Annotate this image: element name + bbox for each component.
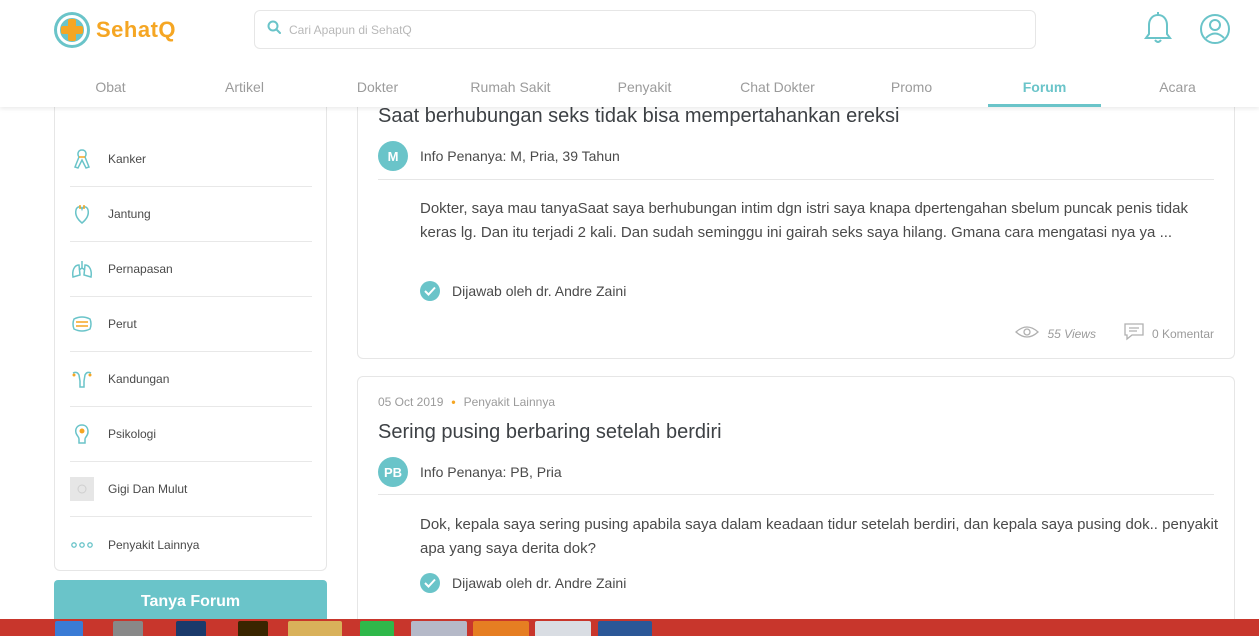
- post-date: 05 Oct 2019: [378, 395, 444, 409]
- post-category[interactable]: Penyakit Lainnya: [464, 395, 555, 409]
- lungs-icon: [70, 257, 94, 281]
- sidebar-item-kandungan[interactable]: Kandungan: [70, 352, 312, 407]
- os-taskbar: [0, 619, 1259, 636]
- avatar: PB: [378, 457, 408, 487]
- nav-rumah-sakit[interactable]: Rumah Sakit: [454, 68, 567, 107]
- folder-taskbar-icon[interactable]: [288, 621, 342, 636]
- post-title[interactable]: Sering pusing berbaring setelah berdiri: [378, 421, 722, 444]
- post-meta: 05 Oct 2019 • Penyakit Lainnya: [378, 395, 555, 409]
- notification-bell-icon[interactable]: [1144, 12, 1172, 51]
- sidebar-item-label: Kanker: [108, 152, 147, 166]
- answered-by: Dijawab oleh dr. Andre Zaini: [420, 573, 626, 593]
- category-sidebar: Kanker Jantung Pernapasan Perut Kandunga…: [54, 60, 327, 571]
- check-circle-icon: [420, 281, 440, 301]
- answered-by-text: Dijawab oleh dr. Andre Zaini: [452, 283, 627, 299]
- sidebar-item-kanker[interactable]: Kanker: [70, 132, 312, 187]
- nav-obat[interactable]: Obat: [54, 68, 167, 107]
- sidebar-item-label: Jantung: [108, 207, 151, 221]
- line-taskbar-icon[interactable]: [360, 621, 394, 636]
- chrome-taskbar-icon[interactable]: [535, 621, 591, 636]
- nav-artikel[interactable]: Artikel: [188, 68, 301, 107]
- sidebar-item-psikologi[interactable]: Psikologi: [70, 407, 312, 462]
- word-taskbar-icon[interactable]: [598, 621, 652, 636]
- firefox-taskbar-icon[interactable]: [473, 621, 529, 636]
- forum-post-card[interactable]: 05 Oct 2019 • Penyakit Lainnya Sering pusi…: [357, 376, 1235, 636]
- more-dots-icon: [70, 533, 94, 557]
- eye-icon: [1015, 325, 1040, 342]
- check-circle-icon: [420, 573, 440, 593]
- app-taskbar-icon[interactable]: [113, 621, 143, 636]
- user-profile-icon[interactable]: [1199, 13, 1231, 50]
- sidebar-item-jantung[interactable]: Jantung: [70, 187, 312, 242]
- nav-promo[interactable]: Promo: [855, 68, 968, 107]
- sidebar-item-label: Pernapasan: [108, 262, 173, 276]
- avatar: M: [378, 141, 408, 171]
- sidebar-item-label: Kandungan: [108, 372, 170, 386]
- divider: [378, 179, 1214, 180]
- answered-by-text: Dijawab oleh dr. Andre Zaini: [452, 575, 627, 591]
- asker-info: Info Penanya: M, Pria, 39 Tahun: [420, 148, 620, 164]
- nav-chat-dokter[interactable]: Chat Dokter: [721, 68, 834, 107]
- answered-by: Dijawab oleh dr. Andre Zaini: [420, 281, 626, 301]
- sidebar-item-pernapasan[interactable]: Pernapasan: [70, 242, 312, 297]
- post-body: Dokter, saya mau tanyaSaat saya berhubun…: [420, 200, 1188, 241]
- browser-taskbar-icon[interactable]: [55, 621, 83, 636]
- post-title[interactable]: Saat berhubungan seks tidak bisa mempert…: [378, 105, 899, 128]
- logo-text: SehatQ: [96, 17, 177, 42]
- post-stats: 55 Views 0 Komentar: [1015, 323, 1214, 344]
- nav-penyakit[interactable]: Penyakit: [588, 68, 701, 107]
- asker-info: Info Penanya: PB, Pria: [420, 464, 562, 480]
- stomach-icon: [70, 312, 94, 336]
- head-icon: [70, 422, 94, 446]
- site-header: SehatQ Obat Artikel Dokter Rumah Sakit P…: [0, 0, 1259, 107]
- comment-icon: [1124, 323, 1144, 344]
- photoshop-taskbar-icon[interactable]: [176, 621, 206, 636]
- nav-acara[interactable]: Acara: [1121, 68, 1234, 107]
- comments-count[interactable]: 0 Komentar: [1152, 327, 1214, 341]
- sidebar-item-gigi-dan-mulut[interactable]: Gigi Dan Mulut: [70, 462, 312, 517]
- logo-plus-icon: [54, 12, 90, 48]
- sehatq-logo[interactable]: SehatQ: [54, 12, 176, 48]
- meta-separator: •: [451, 395, 456, 409]
- post-body: Dok, kepala saya sering pusing apabila s…: [420, 516, 1219, 557]
- search-bar[interactable]: [254, 10, 1036, 49]
- search-icon: [267, 20, 281, 39]
- ribbon-icon: [70, 147, 94, 171]
- views-count: 55 Views: [1047, 326, 1096, 341]
- asker-row: PB Info Penanya: PB, Pria: [378, 457, 562, 487]
- illustrator-taskbar-icon[interactable]: [238, 621, 268, 636]
- sidebar-item-label: Penyakit Lainnya: [108, 537, 200, 552]
- main-nav: Obat Artikel Dokter Rumah Sakit Penyakit…: [0, 68, 1259, 107]
- sidebar-item-label: Perut: [108, 317, 137, 331]
- uterus-icon: [70, 367, 94, 391]
- heart-icon: [70, 202, 94, 226]
- sidebar-item-label: Gigi Dan Mulut: [108, 482, 188, 496]
- app-taskbar-icon[interactable]: [411, 621, 467, 636]
- nav-dokter[interactable]: Dokter: [321, 68, 434, 107]
- sidebar-item-label: Psikologi: [108, 427, 157, 441]
- sidebar-item-perut[interactable]: Perut: [70, 297, 312, 352]
- tooth-icon: [70, 477, 94, 501]
- divider: [378, 494, 1214, 495]
- nav-forum[interactable]: Forum: [988, 68, 1101, 107]
- sidebar-item-penyakit-lainnya[interactable]: Penyakit Lainnya: [70, 517, 312, 572]
- ask-forum-button[interactable]: Tanya Forum: [54, 580, 327, 624]
- search-input[interactable]: [289, 22, 989, 37]
- asker-row: M Info Penanya: M, Pria, 39 Tahun: [378, 141, 620, 171]
